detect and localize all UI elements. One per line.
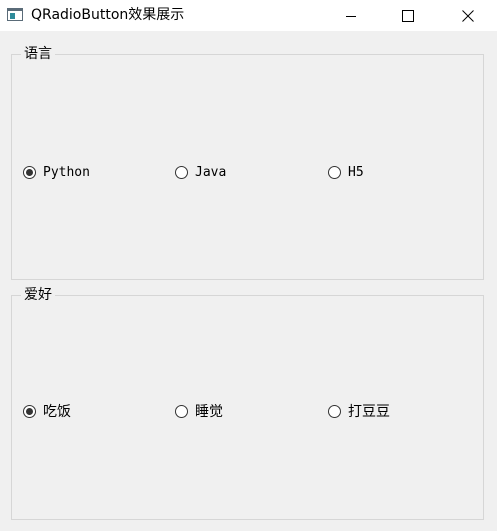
radio-indicator-checked[interactable] bbox=[23, 165, 36, 179]
radio-label-eat: 吃饭 bbox=[43, 404, 71, 420]
radio-beat-doudou[interactable]: 打豆豆 bbox=[328, 402, 390, 420]
radio-sleep[interactable]: 睡觉 bbox=[175, 402, 223, 420]
radio-indicator-checked[interactable] bbox=[23, 404, 36, 418]
window-title: QRadioButton效果展示 bbox=[31, 7, 185, 23]
app-window-icon bbox=[7, 8, 23, 21]
language-groupbox: 语言 Python Java H5 bbox=[11, 46, 484, 280]
hobby-group-title: 爱好 bbox=[21, 287, 55, 304]
close-button[interactable] bbox=[445, 0, 491, 31]
radio-java[interactable]: Java bbox=[175, 163, 226, 181]
radio-eat[interactable]: 吃饭 bbox=[23, 402, 71, 420]
language-group-title: 语言 bbox=[21, 46, 55, 63]
radio-label-sleep: 睡觉 bbox=[195, 404, 223, 420]
minimize-icon bbox=[346, 15, 356, 17]
radio-indicator[interactable] bbox=[328, 404, 341, 418]
close-icon bbox=[462, 9, 474, 22]
minimize-button[interactable] bbox=[328, 0, 374, 31]
radio-indicator[interactable] bbox=[328, 165, 341, 179]
radio-indicator[interactable] bbox=[175, 165, 188, 179]
radio-label-python: Python bbox=[43, 164, 90, 180]
maximize-icon bbox=[402, 9, 414, 22]
radio-label-h5: H5 bbox=[348, 164, 364, 180]
radio-h5[interactable]: H5 bbox=[328, 163, 364, 181]
maximize-button[interactable] bbox=[385, 0, 431, 31]
radio-indicator[interactable] bbox=[175, 404, 188, 418]
hobby-groupbox: 爱好 吃饭 睡觉 打豆豆 bbox=[11, 287, 484, 520]
radio-label-java: Java bbox=[195, 164, 227, 180]
radio-label-beat-doudou: 打豆豆 bbox=[348, 404, 390, 420]
title-bar[interactable]: QRadioButton效果展示 bbox=[0, 0, 497, 31]
radio-python[interactable]: Python bbox=[23, 163, 90, 181]
